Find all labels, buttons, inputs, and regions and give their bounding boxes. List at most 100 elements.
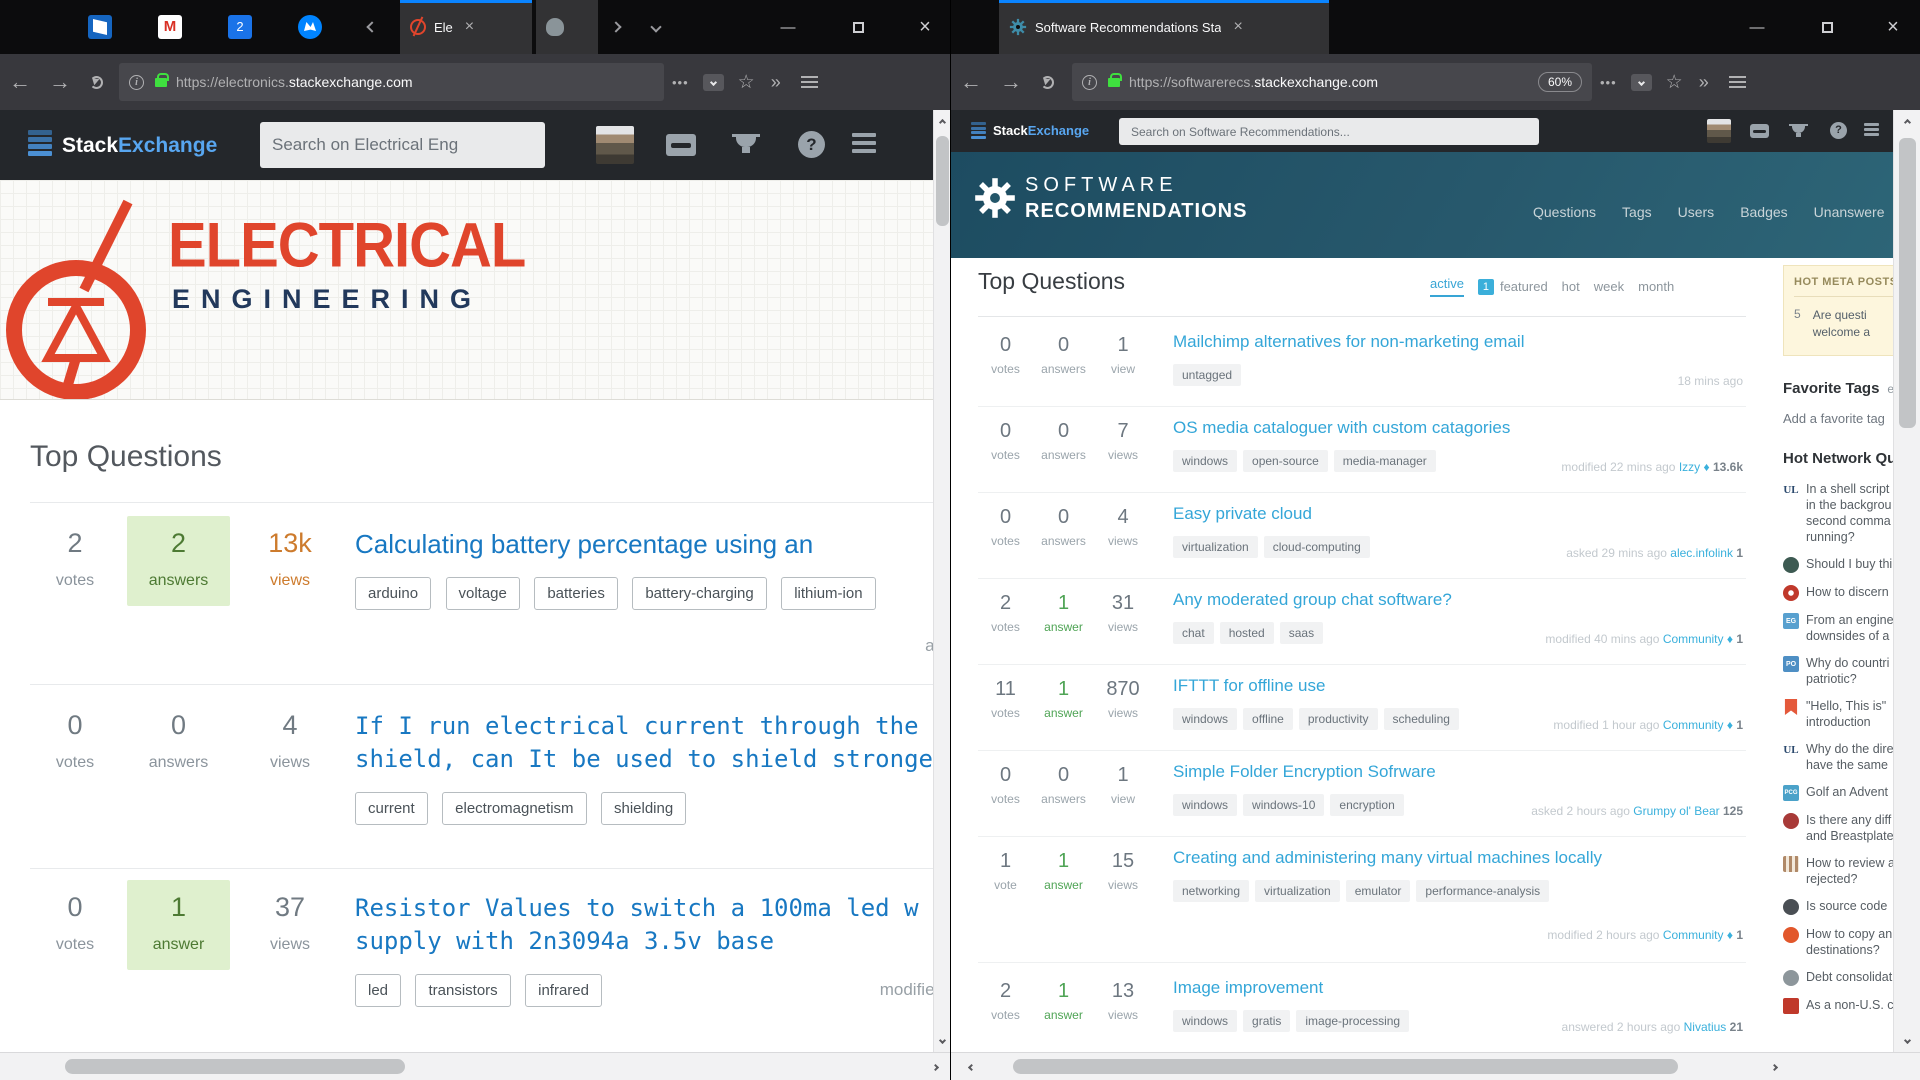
tab-featured[interactable]: featured (1500, 279, 1548, 294)
tag[interactable]: emulator (1346, 880, 1411, 902)
scroll-down-icon[interactable] (1894, 1030, 1920, 1050)
hot-question-item[interactable]: Should I buy thi (1783, 556, 1894, 573)
scrollbar-thumb[interactable] (1899, 138, 1916, 428)
page-info-icon[interactable]: i (129, 75, 144, 90)
page-actions-icon[interactable]: ••• (1600, 75, 1617, 90)
stackexchange-logo-icon[interactable] (971, 122, 986, 141)
pinned-tab-messenger-icon[interactable] (295, 12, 325, 42)
pinned-tab-gmail-icon[interactable]: M (155, 12, 185, 42)
tag[interactable]: image-processing (1296, 1010, 1409, 1032)
hot-question-item[interactable]: How to review arejected? (1783, 855, 1894, 887)
question-title-link[interactable]: Any moderated group chat software? (1173, 590, 1743, 610)
hot-question-item[interactable]: "Hello, This is"introduction (1783, 698, 1894, 730)
zoom-level-badge[interactable]: 60% (1538, 72, 1582, 92)
tag[interactable]: saas (1280, 622, 1323, 644)
help-icon[interactable]: ? (1830, 122, 1847, 139)
question-title-link[interactable]: Creating and administering many virtual … (1173, 848, 1743, 868)
hot-question-item[interactable]: EG From an enginedownsides of a (1783, 612, 1894, 644)
scroll-up-icon[interactable] (1894, 112, 1920, 132)
hot-question-item[interactable]: PO Why do countripatriotic? (1783, 655, 1894, 687)
tag[interactable]: offline (1243, 708, 1293, 730)
question-title-link[interactable]: Image improvement (1173, 978, 1743, 998)
tag[interactable]: voltage (446, 577, 520, 610)
minimize-button[interactable]: — (765, 0, 811, 54)
bookmark-star-icon[interactable]: ☆ (738, 71, 755, 94)
inbox-icon[interactable] (1750, 124, 1769, 138)
vertical-scrollbar[interactable] (1893, 110, 1920, 1052)
avatar[interactable] (1707, 119, 1731, 143)
scroll-up-icon[interactable] (934, 112, 950, 132)
page-actions-icon[interactable]: ••• (672, 75, 689, 90)
avatar[interactable] (596, 126, 634, 164)
tab-hot[interactable]: hot (1562, 279, 1580, 294)
close-button[interactable]: × (902, 0, 948, 54)
tag[interactable]: productivity (1299, 708, 1378, 730)
scroll-left-icon[interactable] (963, 1057, 980, 1077)
tag[interactable]: arduino (355, 577, 431, 610)
page-info-icon[interactable]: i (1082, 75, 1097, 90)
tag[interactable]: encryption (1330, 794, 1403, 816)
maximize-button[interactable] (835, 0, 881, 54)
user-link[interactable]: Community ♦ (1663, 632, 1733, 646)
tag[interactable]: hosted (1220, 622, 1274, 644)
question-title-link[interactable]: OS media cataloguer with custom catagori… (1173, 418, 1743, 438)
tab-list-dropdown-icon[interactable] (652, 18, 660, 36)
tag[interactable]: virtualization (1255, 880, 1340, 902)
question-title-link[interactable]: If I run electrical current through the … (355, 710, 940, 743)
hot-question-item[interactable]: UL Why do the direhave the same (1783, 741, 1894, 773)
reload-icon[interactable] (90, 76, 103, 89)
back-icon[interactable]: ← (960, 69, 982, 95)
tag[interactable]: virtualization (1173, 536, 1258, 558)
nav-badges[interactable]: Badges (1740, 204, 1787, 220)
user-link[interactable]: alec.infolink (1670, 546, 1733, 560)
toolbar-overflow-icon[interactable]: » (1699, 72, 1709, 93)
site-switcher-icon[interactable] (852, 133, 876, 137)
tab-month[interactable]: month (1638, 279, 1674, 294)
tab-week[interactable]: week (1594, 279, 1624, 294)
vertical-scrollbar[interactable] (933, 110, 950, 1052)
scroll-down-icon[interactable] (934, 1030, 950, 1050)
menu-icon[interactable] (1729, 81, 1746, 83)
user-link[interactable]: Nivatius (1684, 1020, 1727, 1034)
tag[interactable]: windows (1173, 450, 1237, 472)
tab-active[interactable]: active (1430, 276, 1464, 297)
tag[interactable]: electromagnetism (442, 792, 586, 825)
maximize-button[interactable] (1804, 0, 1850, 54)
hot-question-item[interactable]: Debt consolidat (1783, 969, 1894, 986)
hot-question-item[interactable]: PCG Golf an Advent (1783, 784, 1894, 801)
tag[interactable]: scheduling (1384, 708, 1459, 730)
stackexchange-brand[interactable]: StackExchange (993, 123, 1089, 138)
horizontal-scrollbar[interactable] (0, 1052, 950, 1080)
pinned-tab-calendar-icon[interactable]: 2 (225, 12, 255, 42)
nav-questions[interactable]: Questions (1533, 204, 1596, 220)
tag[interactable]: chat (1173, 622, 1214, 644)
back-icon[interactable]: ← (9, 69, 31, 95)
tag[interactable]: windows-10 (1243, 794, 1324, 816)
meta-post-item[interactable]: 5 Are questiwelcome a (1794, 307, 1894, 341)
horizontal-scrollbar[interactable] (951, 1052, 1920, 1080)
tag[interactable]: windows (1173, 1010, 1237, 1032)
tab-close-icon[interactable]: × (465, 18, 474, 36)
tag[interactable]: gratis (1243, 1010, 1290, 1032)
hot-question-item[interactable]: As a non-U.S. c (1783, 997, 1894, 1014)
tag[interactable]: infrared (525, 974, 602, 1007)
reload-icon[interactable] (1041, 76, 1054, 89)
hot-question-item[interactable]: Is source code (1783, 898, 1894, 915)
achievements-trophy-icon[interactable] (736, 134, 756, 147)
site-title-line2[interactable]: RECOMMENDATIONS (1025, 200, 1247, 223)
add-favorite-tag-link[interactable]: Add a favorite tag (1783, 411, 1894, 426)
question-title-link[interactable]: Easy private cloud (1173, 504, 1743, 524)
bookmark-star-icon[interactable]: ☆ (1666, 71, 1683, 94)
hot-question-item[interactable]: How to copy andestinations? (1783, 926, 1894, 958)
hot-question-item[interactable]: How to discern (1783, 584, 1894, 601)
tag[interactable]: performance-analysis (1416, 880, 1549, 902)
menu-icon[interactable] (801, 81, 818, 83)
url-bar[interactable]: i https://electronics.stackexchange.com (119, 63, 664, 101)
minimize-button[interactable]: — (1734, 0, 1780, 54)
tab-software-recommendations[interactable]: Software Recommendations Sta × (999, 0, 1329, 54)
stackexchange-logo-icon[interactable] (28, 130, 52, 160)
tag[interactable]: shielding (601, 792, 686, 825)
question-title-link[interactable]: Calculating battery percentage using an (355, 528, 940, 561)
nav-unanswered[interactable]: Unanswered (1814, 204, 1885, 220)
tag[interactable]: cloud-computing (1264, 536, 1370, 558)
